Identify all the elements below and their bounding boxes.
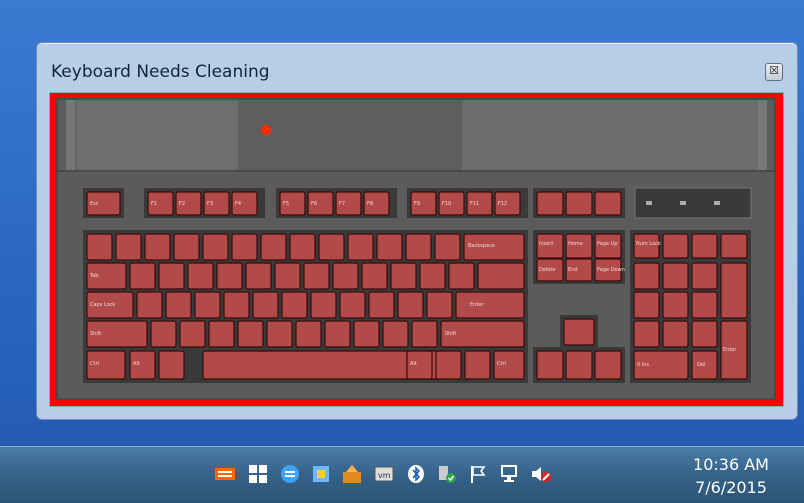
svg-text:Num Lock: Num Lock: [636, 241, 661, 247]
close-button[interactable]: ☒: [765, 63, 783, 81]
key-enter: [455, 291, 525, 319]
svg-text:F6: F6: [311, 201, 317, 207]
legend-esc: Esc: [90, 201, 99, 207]
svg-text:F7: F7: [339, 201, 345, 207]
keyboard-frame: Esc F1 F2 F3 F4 F5 F6 F7 F8 F9 F10 F11 F…: [49, 92, 784, 407]
svg-text:F11: F11: [470, 201, 479, 207]
svg-text:Page Down: Page Down: [597, 267, 625, 273]
clock-date[interactable]: 7/6/2015: [686, 478, 776, 497]
keyboard-illustration: Esc F1 F2 F3 F4 F5 F6 F7 F8 F9 F10 F11 F…: [50, 93, 783, 406]
svg-text:Delete: Delete: [539, 267, 555, 273]
svg-text:Alt: Alt: [133, 361, 140, 367]
window-title: Keyboard Needs Cleaning: [51, 62, 270, 82]
svg-text:Home: Home: [568, 241, 583, 247]
svg-text:F4: F4: [235, 201, 241, 207]
svg-text:Ctrl: Ctrl: [90, 361, 99, 367]
key-arrow-right: [594, 350, 622, 380]
svg-text:vm: vm: [378, 471, 391, 480]
key-scroll-lock: [565, 191, 593, 216]
key-arrow-up: [563, 318, 595, 346]
svg-text:Ctrl: Ctrl: [497, 361, 506, 367]
key-arrow-down: [565, 350, 593, 380]
svg-text:Caps Lock: Caps Lock: [90, 302, 115, 308]
svg-text:F9: F9: [414, 201, 420, 207]
vm-icon[interactable]: vm: [372, 462, 396, 486]
windows-icon[interactable]: [246, 462, 270, 486]
taskbar: vm 10:36 AM 7/6/2015: [0, 446, 804, 503]
key-arrow-left: [536, 350, 564, 380]
svg-text:Enter: Enter: [723, 347, 737, 353]
svg-text:Insert: Insert: [539, 241, 553, 247]
keyboard-icon[interactable]: [213, 462, 237, 486]
svg-text:Tab: Tab: [89, 273, 98, 279]
svg-text:F5: F5: [283, 201, 289, 207]
usb-safe-remove-icon[interactable]: [435, 462, 459, 486]
svg-text:Enter: Enter: [470, 302, 484, 308]
svg-text:F8: F8: [367, 201, 373, 207]
svg-text:0 Ins: 0 Ins: [637, 362, 649, 368]
network-config-icon[interactable]: [309, 462, 333, 486]
svg-text:Shift: Shift: [90, 331, 101, 337]
bluetooth-icon[interactable]: [404, 462, 428, 486]
num-lock-led: [261, 125, 271, 135]
volume-muted-icon[interactable]: [529, 462, 553, 486]
flag-icon[interactable]: [466, 462, 490, 486]
svg-text:Alt: Alt: [410, 361, 417, 367]
sync-icon[interactable]: [278, 462, 302, 486]
key-pause: [594, 191, 622, 216]
svg-text:F10: F10: [442, 201, 451, 207]
svg-text:F1: F1: [151, 201, 157, 207]
upload-icon[interactable]: [340, 462, 364, 486]
svg-text:F2: F2: [179, 201, 185, 207]
network-icon[interactable]: [497, 462, 521, 486]
svg-text:End: End: [568, 267, 578, 273]
svg-text:Shift: Shift: [445, 331, 456, 337]
svg-text:Backspace: Backspace: [468, 243, 495, 249]
keyboard-window: Keyboard Needs Cleaning ☒ Esc F1 F2 F3 F…: [36, 42, 798, 420]
svg-text:F12: F12: [498, 201, 507, 207]
clock-time[interactable]: 10:36 AM: [686, 455, 776, 474]
svg-text:. Del: . Del: [694, 362, 706, 368]
key-print-screen: [536, 191, 564, 216]
svg-text:Page Up: Page Up: [597, 241, 618, 247]
svg-text:F3: F3: [207, 201, 213, 207]
